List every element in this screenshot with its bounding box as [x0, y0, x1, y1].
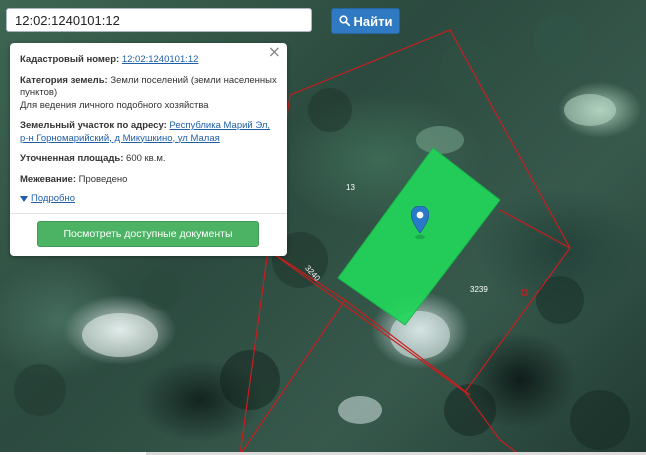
parcel-info-popup: × Кадастровый номер: 12:02:1240101:12 Ка… [10, 43, 287, 256]
address-row: Земельный участок по адресу: Республика … [20, 120, 277, 145]
triangle-down-icon [20, 196, 28, 203]
category-label: Категория земель: [20, 74, 108, 86]
close-icon[interactable]: × [268, 44, 281, 59]
cadastral-label: Кадастровый номер: [20, 54, 120, 65]
plot-label-3239: 3239 [470, 285, 488, 294]
survey-value: Проведено [78, 173, 128, 185]
view-documents-button[interactable]: Посмотреть доступные документы [37, 221, 259, 247]
details-toggle[interactable]: Подробно [20, 193, 277, 206]
plot-label-13: 13 [346, 183, 355, 192]
details-link[interactable]: Подробно [31, 193, 75, 206]
popup-divider [10, 212, 287, 214]
area-row: Уточненная площадь: 600 кв.м. [20, 153, 277, 166]
area-label: Уточненная площадь: [20, 153, 124, 164]
category-row: Категория земель: Земли поселений (земли… [20, 75, 277, 113]
survey-label: Межевание: [20, 173, 76, 185]
cadastral-row: Кадастровый номер: 12:02:1240101:12 [20, 54, 277, 67]
search-icon [338, 14, 350, 29]
land-use-value: Для ведения личного подобного хозяйства [20, 99, 209, 111]
cadastral-link[interactable]: 12:02:1240101:12 [122, 54, 199, 65]
area-value: 600 кв.м. [126, 153, 166, 164]
survey-row: Межевание: Проведено [20, 174, 277, 187]
search-button-label: Найти [353, 13, 393, 29]
boundary-marker [521, 289, 528, 296]
address-label: Земельный участок по адресу: [20, 120, 167, 131]
search-button[interactable]: Найти [331, 8, 400, 34]
search-input[interactable]: 12:02:1240101:12 [6, 8, 312, 32]
